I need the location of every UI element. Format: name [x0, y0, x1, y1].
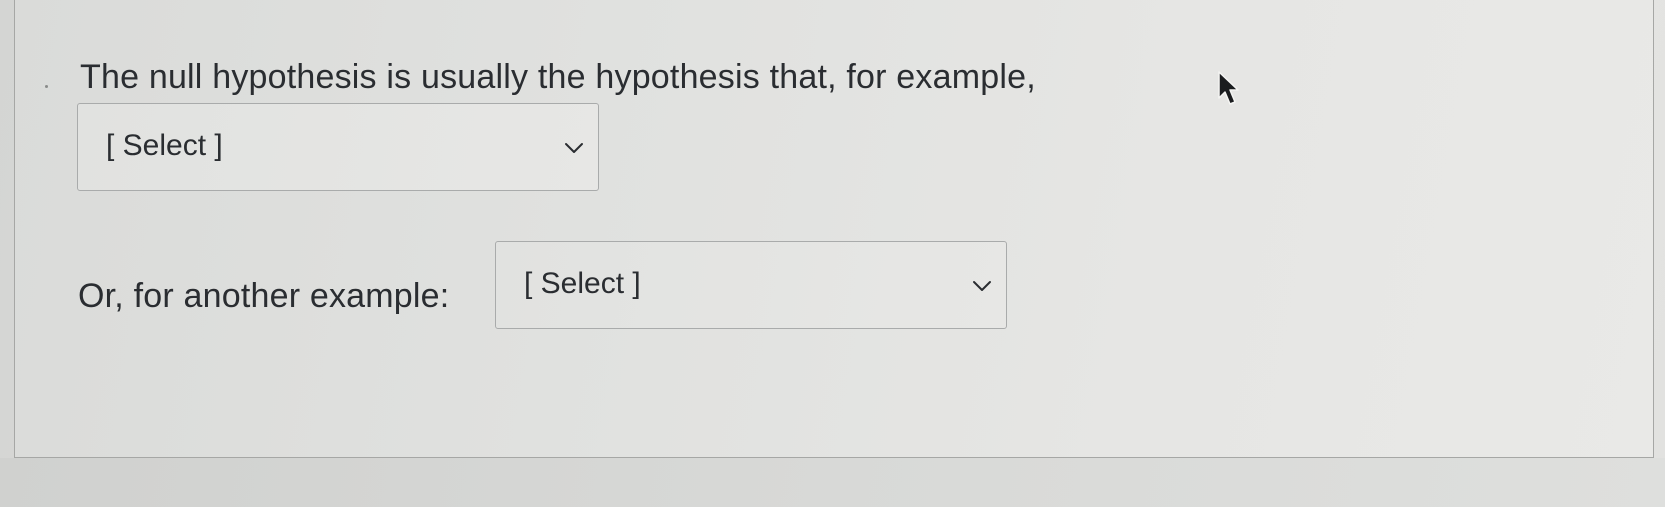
answer-select-1[interactable]: [ Select ]	[77, 103, 599, 191]
chevron-down-icon	[565, 143, 583, 153]
answer-select-1-value: [ Select ]	[106, 129, 223, 162]
mouse-pointer-icon	[1218, 71, 1239, 105]
bullet-dot	[45, 85, 48, 88]
second-example-label: Or, for another example:	[78, 277, 450, 315]
chevron-down-icon	[973, 281, 991, 291]
question-text: The null hypothesis is usually the hypot…	[80, 58, 1036, 96]
page-background-below-card	[0, 458, 1665, 507]
answer-select-2[interactable]: [ Select ]	[495, 241, 1007, 329]
answer-select-2-value: [ Select ]	[524, 267, 641, 300]
